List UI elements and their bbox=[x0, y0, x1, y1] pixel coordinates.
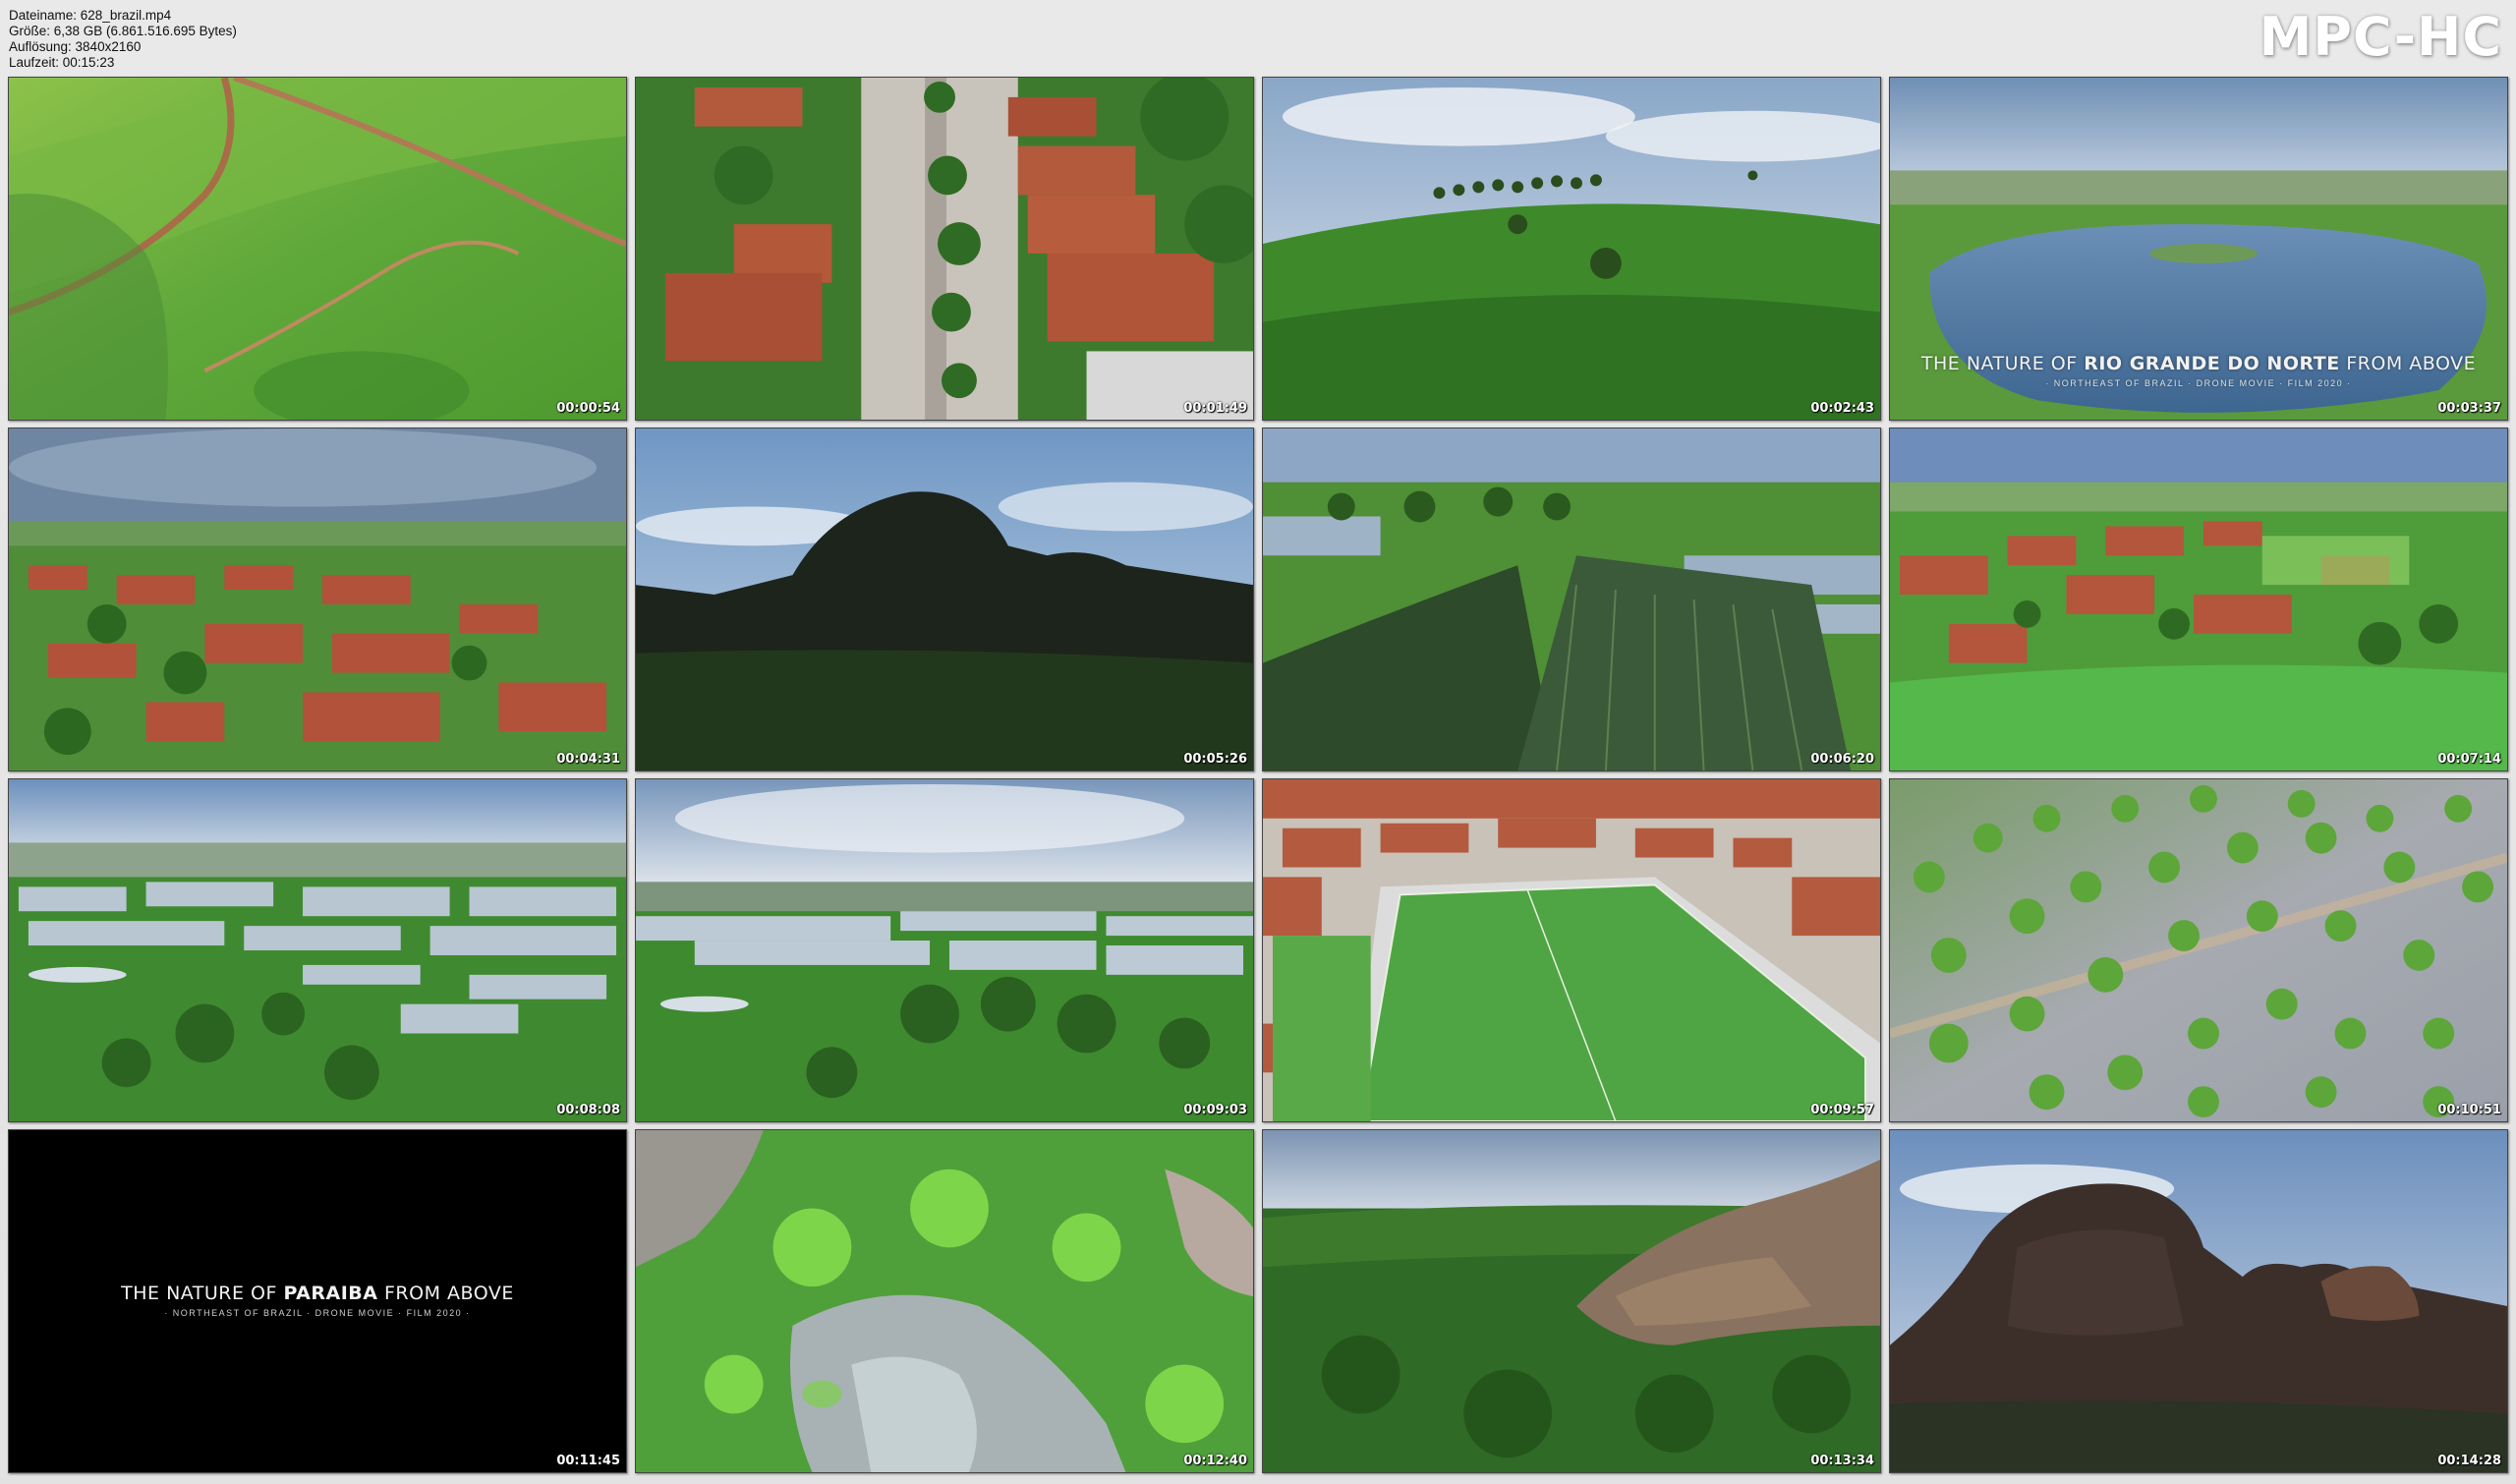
thumbnail-image bbox=[1890, 428, 2507, 771]
file-info: Dateiname: 628_brazil.mp4 Größe: 6,38 GB… bbox=[9, 8, 237, 71]
timestamp: 00:11:45 bbox=[556, 1454, 620, 1468]
thumbnail[interactable]: 00:10:51 bbox=[1889, 778, 2508, 1122]
thumbnail[interactable]: 00:09:03 bbox=[635, 778, 1254, 1122]
thumbnail-image bbox=[9, 428, 626, 771]
timestamp: 00:12:40 bbox=[1183, 1454, 1247, 1468]
timestamp: 00:06:20 bbox=[1810, 752, 1874, 767]
timestamp: 00:08:08 bbox=[556, 1103, 620, 1117]
thumbnail[interactable]: 00:00:54 bbox=[8, 77, 627, 421]
timestamp: 00:10:51 bbox=[2437, 1103, 2501, 1117]
thumbnail[interactable]: 00:12:40 bbox=[635, 1129, 1254, 1473]
thumbnail-image bbox=[1263, 428, 1880, 771]
thumbnail[interactable]: 00:08:08 bbox=[8, 778, 627, 1122]
timestamp: 00:13:34 bbox=[1810, 1454, 1874, 1468]
thumbnail[interactable]: 00:14:28 bbox=[1889, 1129, 2508, 1473]
thumbnail[interactable]: 00:05:26 bbox=[635, 428, 1254, 771]
timestamp: 00:02:43 bbox=[1810, 401, 1874, 416]
title-overlay: THE NATURE OF PARAIBA FROM ABOVE · NORTH… bbox=[121, 1283, 514, 1318]
thumbnail-image bbox=[636, 1130, 1253, 1472]
thumbnail-image bbox=[636, 78, 1253, 420]
thumbnail-image bbox=[9, 779, 626, 1121]
thumbnail-grid: 00:00:54 00:01:49 00:02:43 THE NATURE OF… bbox=[8, 77, 2508, 1473]
timestamp: 00:09:57 bbox=[1810, 1103, 1874, 1117]
timestamp: 00:05:26 bbox=[1183, 752, 1247, 767]
thumbnail[interactable]: 00:01:49 bbox=[635, 77, 1254, 421]
timestamp: 00:01:49 bbox=[1183, 401, 1247, 416]
timestamp: 00:09:03 bbox=[1183, 1103, 1247, 1117]
file-size: Größe: 6,38 GB (6.861.516.695 Bytes) bbox=[9, 24, 237, 38]
timestamp: 00:14:28 bbox=[2437, 1454, 2501, 1468]
file-name: Dateiname: 628_brazil.mp4 bbox=[9, 8, 172, 23]
thumbnail-image bbox=[9, 78, 626, 420]
thumbnail[interactable]: 00:04:31 bbox=[8, 428, 627, 771]
thumbnail-image bbox=[1263, 779, 1880, 1121]
thumbnail[interactable]: THE NATURE OF PARAIBA FROM ABOVE · NORTH… bbox=[8, 1129, 627, 1473]
thumbnail-image bbox=[636, 428, 1253, 771]
thumbnail[interactable]: 00:02:43 bbox=[1262, 77, 1881, 421]
thumbnail-image bbox=[1890, 779, 2507, 1121]
timestamp: 00:04:31 bbox=[556, 752, 620, 767]
timestamp: 00:00:54 bbox=[556, 401, 620, 416]
file-resolution: Auflösung: 3840x2160 bbox=[9, 39, 142, 54]
file-duration: Laufzeit: 00:15:23 bbox=[9, 55, 115, 70]
title-overlay: THE NATURE OF RIO GRANDE DO NORTE FROM A… bbox=[1920, 353, 2477, 388]
thumbnail[interactable]: 00:09:57 bbox=[1262, 778, 1881, 1122]
timestamp: 00:07:14 bbox=[2437, 752, 2501, 767]
timestamp: 00:03:37 bbox=[2437, 401, 2501, 416]
thumbnail[interactable]: 00:13:34 bbox=[1262, 1129, 1881, 1473]
thumbnail[interactable]: 00:06:20 bbox=[1262, 428, 1881, 771]
thumbnail[interactable]: 00:07:14 bbox=[1889, 428, 2508, 771]
brand-logo: MPC-HC bbox=[2259, 6, 2502, 68]
thumbnail-image bbox=[1263, 78, 1880, 420]
thumbnail-image bbox=[1890, 1130, 2507, 1472]
thumbnail-image bbox=[636, 779, 1253, 1121]
thumbnail[interactable]: THE NATURE OF RIO GRANDE DO NORTE FROM A… bbox=[1889, 77, 2508, 421]
thumbnail-image bbox=[1263, 1130, 1880, 1472]
